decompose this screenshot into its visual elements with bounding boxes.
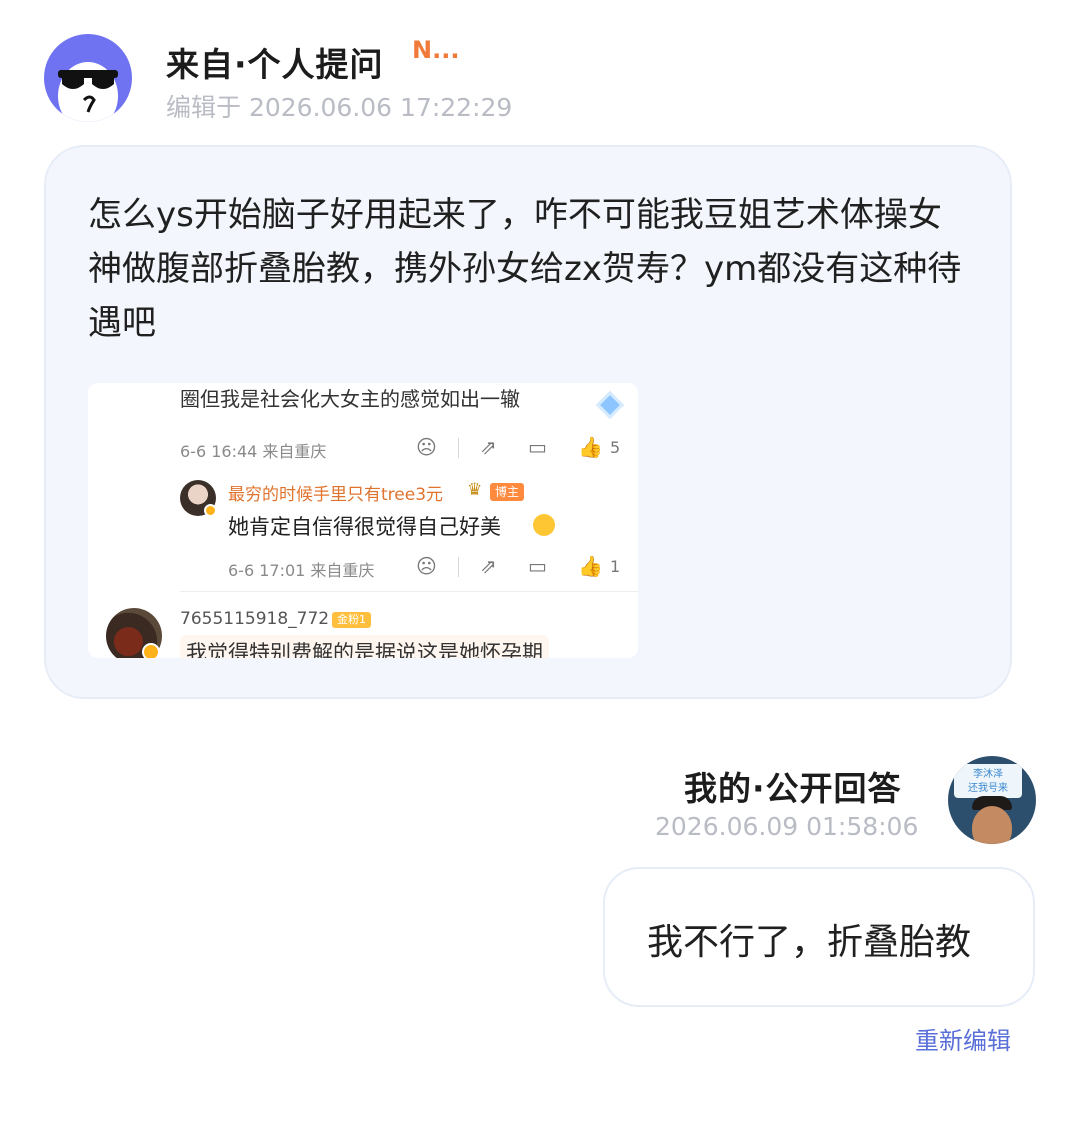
verified-badge-icon [204, 504, 217, 517]
comment-icon: ▭ [528, 435, 547, 459]
comment-icon: ▭ [528, 554, 547, 578]
verified-badge-icon [142, 643, 160, 658]
asker-avatar[interactable] [44, 34, 132, 122]
dislike-face-icon: ☹ [416, 435, 437, 459]
attached-screenshot[interactable]: 圈但我是社会化大女主的感觉如出一辙 6-6 16:44 来自重庆 ☹ ⇗ ▭ 👍… [88, 383, 638, 658]
reply-meta: 6-6 17:01 来自重庆 [228, 561, 375, 580]
sunglasses-face-icon [58, 62, 118, 122]
question-edited-time: 编辑于 2026.06.06 17:22:29 [166, 93, 513, 122]
question-title: 来自·个人提问 [166, 45, 384, 84]
reedit-button[interactable]: 重新编辑 [915, 1021, 1011, 1056]
answer-title: 我的·公开回答 [684, 769, 902, 808]
question-text: 怎么ys开始脑子好用起来了，咋不可能我豆姐艺术体操女神做腹部折叠胎教，携外孙女给… [88, 195, 962, 343]
answer-text: 我不行了，折叠胎教 [647, 922, 972, 963]
comment-username: 7655115918_772 [180, 609, 330, 629]
divider [458, 438, 459, 458]
answerer-avatar[interactable]: 李沐泽 还我号来 [948, 756, 1036, 844]
like-count: 5 [610, 438, 621, 457]
answer-time: 2026.06.09 01:58:06 [655, 812, 919, 841]
reply-username: 最穷的时候手里只有tree3元 [228, 485, 444, 505]
tongue-emoji-icon [533, 514, 555, 536]
fan-badge: 金粉1 [332, 612, 371, 628]
like-count: 1 [610, 557, 621, 576]
reply-text: 她肯定自信得很觉得自己好美 [228, 515, 501, 539]
divider [458, 557, 459, 577]
avatar-sign: 李沐泽 还我号来 [954, 764, 1022, 798]
crown-icon: ♛ [467, 480, 483, 500]
share-icon: ⇗ [480, 435, 497, 459]
blogger-tag: 博主 [490, 483, 525, 501]
dislike-face-icon: ☹ [416, 554, 437, 578]
question-badge: N... [412, 36, 460, 64]
thumbs-up-icon: 👍 [578, 435, 603, 459]
diamond-icon [595, 390, 625, 420]
comment-text-cut: 我觉得特别费解的是据说这是她怀孕期 [180, 635, 549, 658]
divider [180, 591, 638, 592]
avatar-face [972, 806, 1012, 844]
share-icon: ⇗ [480, 554, 497, 578]
thumbs-up-icon: 👍 [578, 554, 603, 578]
comment-meta: 6-6 16:44 来自重庆 [180, 442, 327, 461]
screenshot-text-line: 圈但我是社会化大女主的感觉如出一辙 [180, 387, 520, 411]
